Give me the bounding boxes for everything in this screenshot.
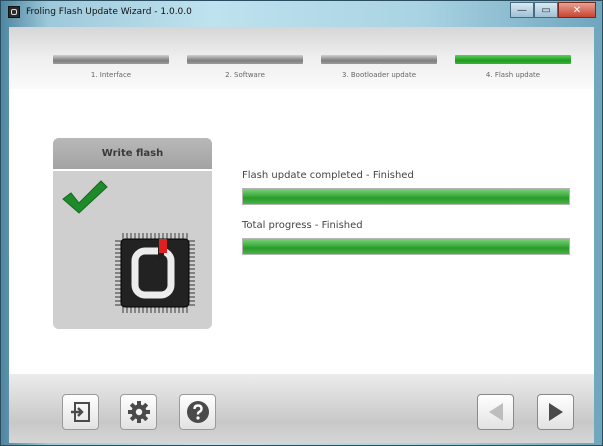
exit-button[interactable] [62, 394, 99, 430]
step-label: 4. Flash update [485, 71, 541, 79]
checkmark-icon [62, 180, 108, 214]
total-progress-bar [242, 238, 570, 255]
step-interface: 1. Interface [53, 55, 169, 79]
step-bar [187, 55, 303, 64]
window-title: Froling Flash Update Wizard - 1.0.0.0 [26, 7, 192, 17]
maximize-icon: ▭ [541, 4, 551, 16]
wizard-steps: 1. Interface 2. Software 3. Bootloader u… [9, 27, 594, 89]
step-label: 3. Bootloader update [341, 71, 417, 79]
app-window: Froling Flash Update Wizard - 1.0.0.0 — … [0, 0, 603, 446]
step-flash-update: 4. Flash update [455, 55, 571, 79]
total-progress-fill [243, 239, 569, 254]
step-label: 2. Software [225, 71, 265, 79]
chip-icon [115, 233, 195, 313]
step-bar [321, 55, 437, 64]
exit-icon [70, 402, 90, 422]
minimize-icon: — [517, 4, 527, 16]
window-controls: — ▭ ✕ [510, 2, 596, 18]
back-arrow-icon [488, 403, 503, 421]
progress-area: Flash update completed - Finished Total … [242, 169, 570, 255]
next-arrow-icon [548, 403, 563, 421]
back-button[interactable] [477, 394, 514, 430]
settings-button[interactable] [120, 394, 157, 430]
step-label: 1. Interface [90, 71, 132, 79]
help-icon [186, 401, 209, 423]
write-flash-card: Write flash [53, 138, 212, 329]
step-bar-active [455, 55, 571, 64]
wizard-content: 1. Interface 2. Software 3. Bootloader u… [9, 27, 594, 443]
step-bootloader-update: 3. Bootloader update [321, 55, 437, 79]
total-progress: Total progress - Finished [242, 219, 570, 255]
flash-update-progress-fill [243, 189, 569, 204]
maximize-button[interactable]: ▭ [534, 2, 558, 18]
flash-update-status: Flash update completed - Finished [242, 170, 414, 181]
app-icon [8, 6, 20, 18]
settings-icon [127, 401, 150, 423]
title-bar[interactable]: Froling Flash Update Wizard - 1.0.0.0 — … [1, 1, 602, 23]
card-body [53, 171, 212, 329]
next-button[interactable] [537, 394, 574, 430]
help-button[interactable] [179, 394, 216, 430]
card-title: Write flash [53, 138, 212, 171]
step-software: 2. Software [187, 55, 303, 79]
close-button[interactable]: ✕ [558, 2, 596, 18]
flash-update-progress-bar [242, 188, 570, 205]
close-icon: ✕ [572, 4, 582, 16]
wizard-footer [9, 374, 594, 443]
step-bar [53, 55, 169, 64]
minimize-button[interactable]: — [510, 2, 534, 18]
total-progress-status: Total progress - Finished [242, 220, 363, 231]
flash-update-progress: Flash update completed - Finished [242, 169, 570, 205]
